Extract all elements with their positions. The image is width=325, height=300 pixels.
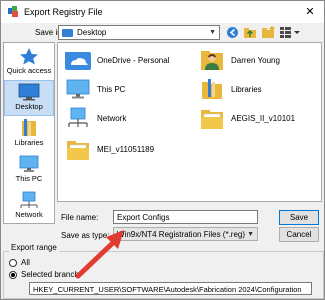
this-pc-icon [17, 155, 41, 173]
save-as-type-value: Win9x/NT4 Registration Files (*.reg) [117, 230, 246, 239]
place-label: Libraries [14, 138, 44, 147]
file-name: MEI_v11051189 [97, 144, 155, 154]
place-libraries[interactable]: Libraries [4, 117, 54, 153]
list-item-libraries[interactable]: Libraries [198, 78, 262, 100]
list-item-aegis[interactable]: AEGIS_II_v10101 [198, 107, 295, 129]
file-name-label: File name: [61, 213, 99, 222]
list-item-onedrive[interactable]: OneDrive - Personal [64, 49, 169, 71]
place-label: Desktop [15, 102, 43, 111]
file-name: This PC [97, 84, 126, 94]
libraries-icon [17, 119, 41, 137]
file-name: Libraries [231, 84, 262, 94]
view-menu-icon [280, 27, 300, 38]
file-name: Darren Young [231, 55, 280, 65]
file-name-input[interactable]: Export Configs [113, 210, 258, 224]
registry-editor-icon [7, 6, 19, 18]
file-name: Network [97, 113, 127, 123]
export-registry-dialog: Export Registry File ✕ Save in: Desktop … [0, 0, 325, 300]
save-in-value: Desktop [77, 28, 107, 37]
toolbar [225, 25, 300, 40]
new-folder-icon [262, 26, 275, 38]
save-as-type-dropdown[interactable]: Win9x/NT4 Registration Files (*.reg) ▼ [113, 227, 258, 241]
folder-icon [198, 107, 226, 129]
radio-all-label: All [21, 258, 30, 267]
desktop-folder-icon [62, 28, 73, 37]
chevron-down-icon: ▼ [247, 231, 254, 238]
save-as-type-label: Save as type: [61, 231, 110, 240]
libraries-icon [198, 78, 226, 100]
place-quick-access[interactable]: Quick access [4, 45, 54, 81]
file-list: OneDrive - Personal Darren Young This PC… [57, 42, 322, 202]
back-arrow-icon [227, 27, 238, 38]
radio-selected-branch[interactable] [9, 271, 17, 279]
close-button[interactable]: ✕ [302, 4, 318, 20]
network-icon [64, 107, 92, 129]
place-label: This PC [15, 174, 43, 183]
back-button[interactable] [225, 25, 240, 40]
save-in-dropdown[interactable]: Desktop ▼ [58, 25, 220, 40]
chevron-down-icon: ▼ [209, 29, 216, 36]
this-pc-icon [64, 78, 92, 100]
list-item-darren-young[interactable]: Darren Young [198, 49, 280, 71]
desktop-icon [17, 83, 41, 101]
radio-selected-branch-label: Selected branch [21, 270, 79, 279]
places-bar: Quick access Desktop Libraries This PC N… [3, 42, 55, 224]
up-folder-button[interactable] [243, 25, 258, 40]
selected-branch-input[interactable]: HKEY_CURRENT_USER\SOFTWARE\Autodesk\Fabr… [29, 282, 312, 295]
view-menu-button[interactable] [279, 25, 300, 40]
title-bar: Export Registry File ✕ [1, 1, 324, 23]
file-name: AEGIS_II_v10101 [231, 113, 296, 123]
list-item-this-pc[interactable]: This PC [64, 78, 125, 100]
list-item-mei[interactable]: MEI_v11051189 [64, 138, 154, 160]
place-label: Quick access [6, 66, 52, 75]
folder-icon [64, 138, 92, 160]
list-item-network[interactable]: Network [64, 107, 126, 129]
place-this-pc[interactable]: This PC [4, 153, 54, 189]
up-folder-icon [244, 28, 256, 38]
user-folder-icon [198, 49, 226, 71]
quick-access-icon [17, 47, 41, 65]
save-button[interactable]: Save [279, 210, 319, 225]
file-name: OneDrive - Personal [97, 55, 170, 65]
place-label: Network [15, 210, 43, 219]
network-icon [17, 191, 41, 209]
export-range-title: Export range [9, 243, 59, 252]
window-title: Export Registry File [24, 7, 103, 17]
cancel-button[interactable]: Cancel [279, 227, 319, 242]
onedrive-icon [64, 49, 92, 71]
place-desktop[interactable]: Desktop [4, 80, 54, 116]
new-folder-button[interactable] [261, 25, 276, 40]
radio-all[interactable] [9, 259, 17, 267]
place-network[interactable]: Network [4, 189, 54, 225]
